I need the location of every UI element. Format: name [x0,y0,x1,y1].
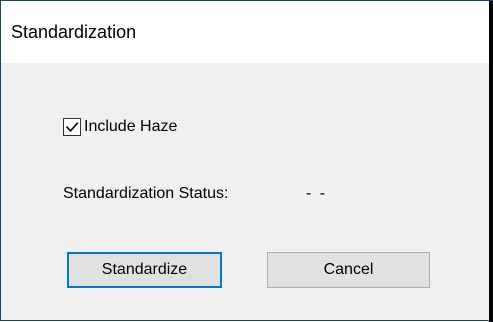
dialog-content: Include Haze Standardization Status: - -… [1,63,492,320]
window-title: Standardization [11,22,137,42]
standardization-status-value: - - [306,185,328,202]
title-bar[interactable]: Standardization [1,1,492,63]
standardization-status-label: Standardization Status: [63,185,229,202]
checkmark-icon [65,122,79,132]
window-edge [489,1,493,322]
standardize-button[interactable]: Standardize [67,252,222,288]
cancel-button[interactable]: Cancel [267,252,430,288]
dialog-window: Standardization Include Haze Standardiza… [0,0,493,322]
include-haze-checkbox-row[interactable]: Include Haze [63,115,177,139]
include-haze-label: Include Haze [84,118,178,135]
include-haze-checkbox[interactable] [63,118,81,136]
